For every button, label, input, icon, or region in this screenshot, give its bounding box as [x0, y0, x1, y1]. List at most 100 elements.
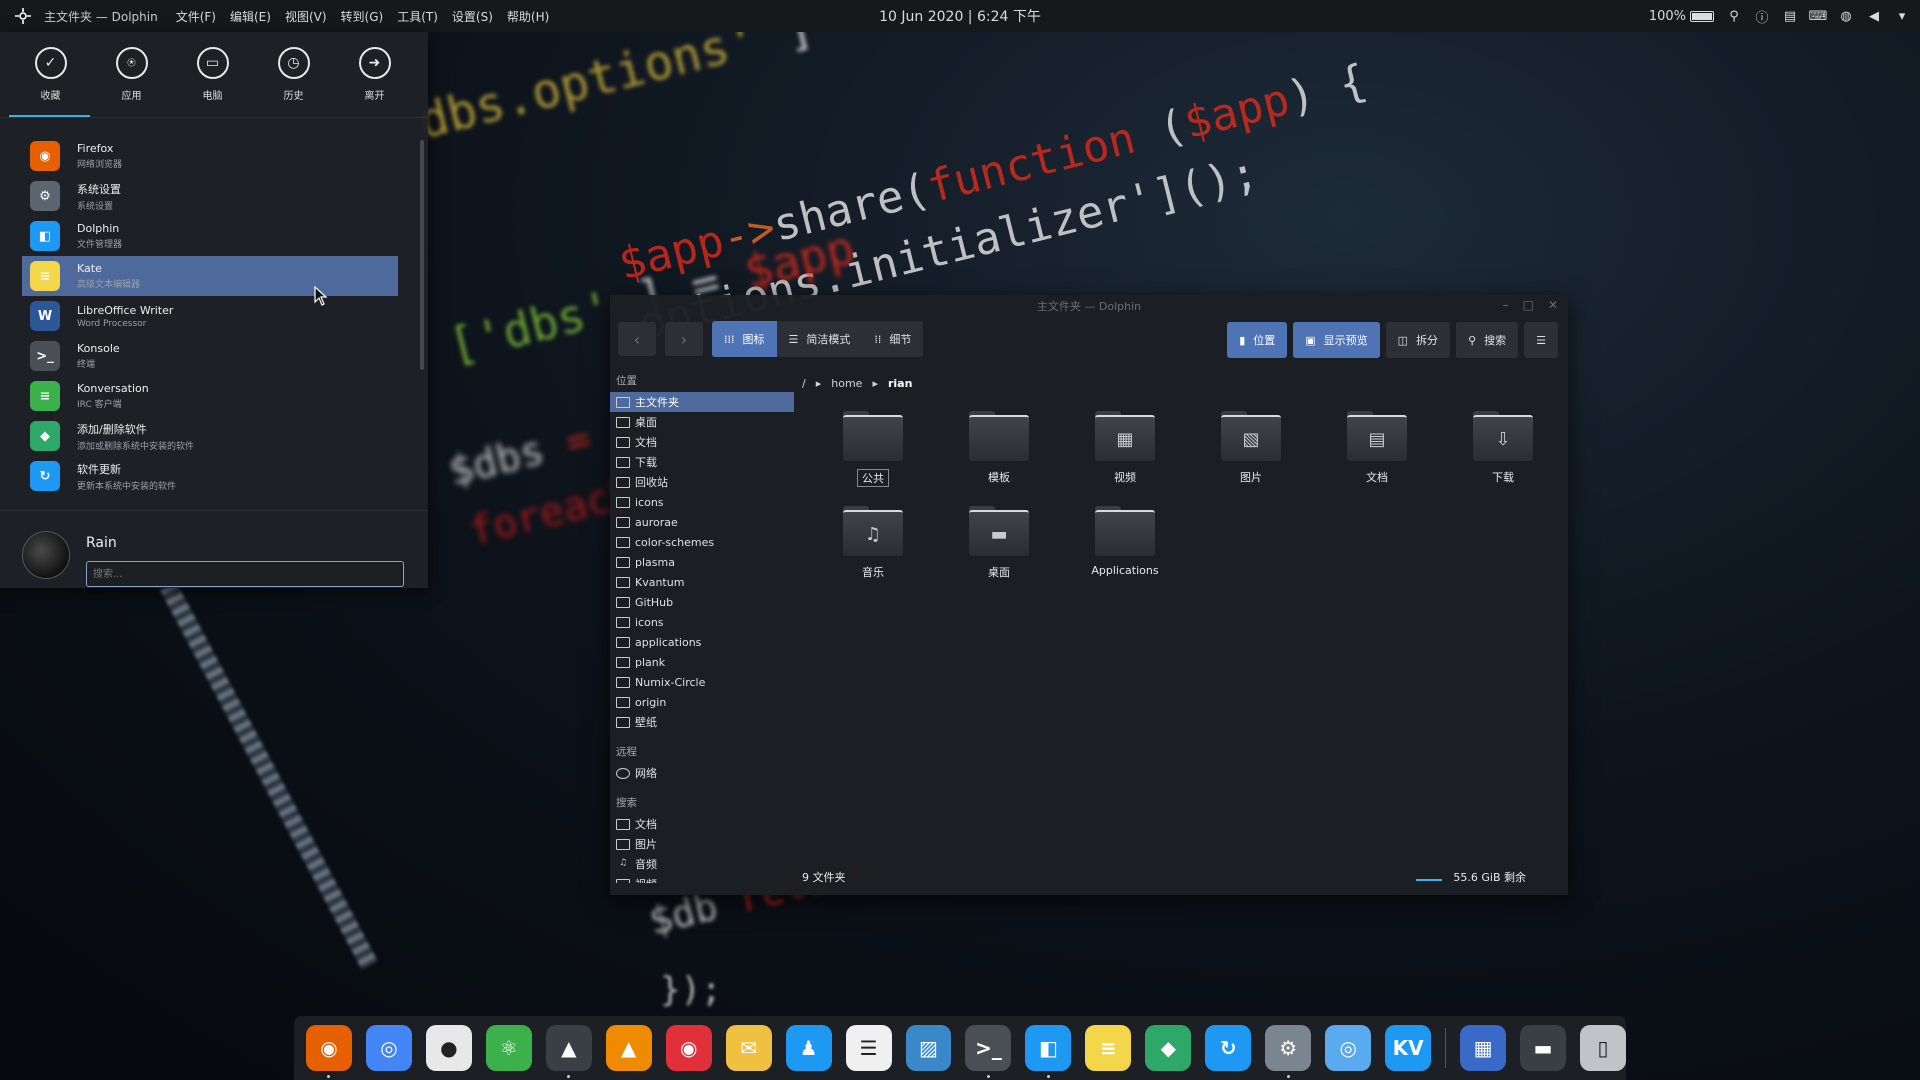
network-icon[interactable]: ◍ [1838, 8, 1854, 24]
firefox-icon[interactable]: ◉ [306, 1025, 352, 1078]
place-item[interactable]: Numix-Circle [610, 672, 794, 692]
launchpad-icon[interactable]: ▦ [1460, 1025, 1507, 1071]
kvantum-icon[interactable]: KV [1385, 1025, 1432, 1071]
place-item[interactable]: icons [610, 492, 794, 512]
launcher-app-item[interactable]: ◆ 添加/删除软件 添加或删除系统中安装的软件 [22, 416, 398, 456]
konsole-icon[interactable]: >_ [965, 1025, 1012, 1078]
tasks-icon[interactable]: ☰ [845, 1025, 892, 1071]
search-documents[interactable]: 文档 [610, 814, 794, 834]
hamburger-menu-button[interactable]: ☰ [1524, 322, 1558, 358]
mail-icon[interactable]: ✉ [725, 1025, 772, 1071]
place-item[interactable]: 下载 [610, 452, 794, 472]
menu-go[interactable]: 转到(G) [341, 8, 384, 25]
clock[interactable]: 10 Jun 2020 | 6:24 下午 [879, 6, 1041, 26]
launcher-app-item[interactable]: W LibreOffice Writer Word Processor [22, 296, 398, 336]
places-toggle-button[interactable]: ▮ 位置 [1227, 322, 1288, 358]
atom-icon[interactable]: ⚛ [485, 1025, 532, 1071]
github-icon[interactable]: ● [425, 1025, 472, 1071]
volume-icon[interactable]: ◀ [1866, 8, 1882, 24]
back-button[interactable]: ‹ [618, 322, 656, 356]
folder-item[interactable]: ▧ 图片 [1188, 411, 1314, 506]
place-item[interactable]: applications [610, 632, 794, 652]
tab-history[interactable]: ◷ 历史 [253, 32, 334, 117]
chevron-down-icon[interactable]: ▾ [1894, 8, 1910, 24]
folder-item[interactable]: ▤ 文档 [1314, 411, 1440, 506]
clipboard-icon[interactable]: ▤ [1782, 8, 1798, 24]
tab-applications[interactable]: ⍟ 应用 [91, 32, 172, 117]
vlc-icon[interactable]: ▲ [605, 1025, 652, 1071]
search-audio[interactable]: ♫ 音频 [610, 854, 794, 874]
photos-icon[interactable]: ▨ [905, 1025, 952, 1071]
crumb-home[interactable]: home [831, 377, 862, 390]
tab-leave[interactable]: ➜ 离开 [334, 32, 415, 117]
kde-launcher-icon[interactable] [12, 5, 34, 27]
place-item[interactable]: color-schemes [610, 532, 794, 552]
place-item[interactable]: 壁纸 [610, 712, 794, 732]
launcher-app-item[interactable]: >_ Konsole 终端 [22, 336, 398, 376]
place-item[interactable]: plank [610, 652, 794, 672]
place-item[interactable]: plasma [610, 552, 794, 572]
menu-tools[interactable]: 工具(T) [397, 8, 438, 25]
launcher-app-item[interactable]: ◉ Firefox 网络浏览器 [22, 136, 398, 176]
menu-edit[interactable]: 编辑(E) [230, 8, 271, 25]
close-icon[interactable]: ✕ [1548, 298, 1558, 312]
menu-file[interactable]: 文件(F) [176, 8, 216, 25]
avatar[interactable] [22, 531, 70, 579]
menu-help[interactable]: 帮助(H) [507, 8, 549, 25]
search-icon[interactable]: ⚲ [1726, 8, 1742, 24]
search-button[interactable]: ⚲ 搜索 [1456, 322, 1519, 358]
trash-icon[interactable]: ▯ [1580, 1025, 1626, 1071]
place-item[interactable]: 文档 [610, 432, 794, 452]
discover-icon[interactable]: ◆ [1145, 1025, 1192, 1071]
launcher-app-item[interactable]: ≡ Kate 高级文本编辑器 [22, 256, 398, 296]
search-video[interactable]: 视频 [610, 874, 794, 883]
tab-computer[interactable]: ▭ 电脑 [172, 32, 253, 117]
view-compact-button[interactable]: ☰ 简洁模式 [777, 321, 863, 357]
folder-item[interactable]: ▬ 桌面 [936, 506, 1062, 601]
place-item[interactable]: 桌面 [610, 412, 794, 432]
view-icons-button[interactable]: ⁞⁞⁞ 图标 [712, 321, 777, 357]
launcher-scrollbar[interactable] [420, 140, 424, 370]
chrome-icon[interactable]: ◎ [365, 1025, 412, 1071]
folder-item[interactable]: ♫ 音乐 [810, 506, 936, 601]
crumb-current[interactable]: rian [888, 377, 912, 390]
qq-icon[interactable]: ♟ [785, 1025, 832, 1071]
menu-view[interactable]: 视图(V) [285, 8, 327, 25]
update-icon[interactable]: ↻ [1205, 1025, 1252, 1071]
kate-icon[interactable]: ≡ [1085, 1025, 1132, 1071]
notifications-icon[interactable]: ⓘ [1754, 8, 1770, 26]
launcher-search-input[interactable] [86, 561, 404, 587]
folder-item[interactable]: 公共 [810, 411, 936, 506]
dolphin-icon[interactable]: ◧ [1025, 1025, 1072, 1078]
window-titlebar[interactable]: 主文件夹 — Dolphin – □ ✕ [610, 295, 1568, 317]
browser-icon[interactable]: ◎ [1325, 1025, 1372, 1071]
settings-icon[interactable]: ⚙ [1265, 1025, 1312, 1078]
place-item[interactable]: Kvantum [610, 572, 794, 592]
minimize-icon[interactable]: – [1503, 298, 1509, 312]
split-button[interactable]: ◫ 拆分 [1385, 322, 1451, 358]
keyboard-icon[interactable]: ⌨ [1809, 8, 1828, 24]
forward-button[interactable]: › [665, 322, 703, 356]
menu-settings[interactable]: 设置(S) [452, 8, 493, 25]
inkscape-icon[interactable]: ▲ [545, 1025, 592, 1078]
folder-item[interactable]: ⇩ 下载 [1440, 411, 1566, 506]
launcher-app-item[interactable]: ≡ Konversation IRC 客户端 [22, 376, 398, 416]
view-details-button[interactable]: ⁞⁞ 细节 [862, 321, 923, 357]
place-item[interactable]: aurorae [610, 512, 794, 532]
place-network[interactable]: 网络 [610, 763, 794, 783]
netease-music-icon[interactable]: ◉ [665, 1025, 712, 1071]
folder-item[interactable]: ▦ 视频 [1062, 411, 1188, 506]
tab-favorites[interactable]: ✓ 收藏 [10, 32, 91, 117]
place-item[interactable]: 回收站 [610, 472, 794, 492]
search-images[interactable]: 图片 [610, 834, 794, 854]
maximize-icon[interactable]: □ [1523, 298, 1534, 312]
place-item[interactable]: icons [610, 612, 794, 632]
place-item[interactable]: 主文件夹 [610, 392, 794, 412]
folder-item[interactable]: Applications [1062, 506, 1188, 601]
launcher-app-item[interactable]: ◧ Dolphin 文件管理器 [22, 216, 398, 256]
desktop-icon[interactable]: ▬ [1520, 1025, 1567, 1071]
crumb-root[interactable]: / [802, 377, 806, 390]
folder-item[interactable]: 模板 [936, 411, 1062, 506]
launcher-app-item[interactable]: ↻ 软件更新 更新本系统中安装的软件 [22, 456, 398, 496]
place-item[interactable]: GitHub [610, 592, 794, 612]
